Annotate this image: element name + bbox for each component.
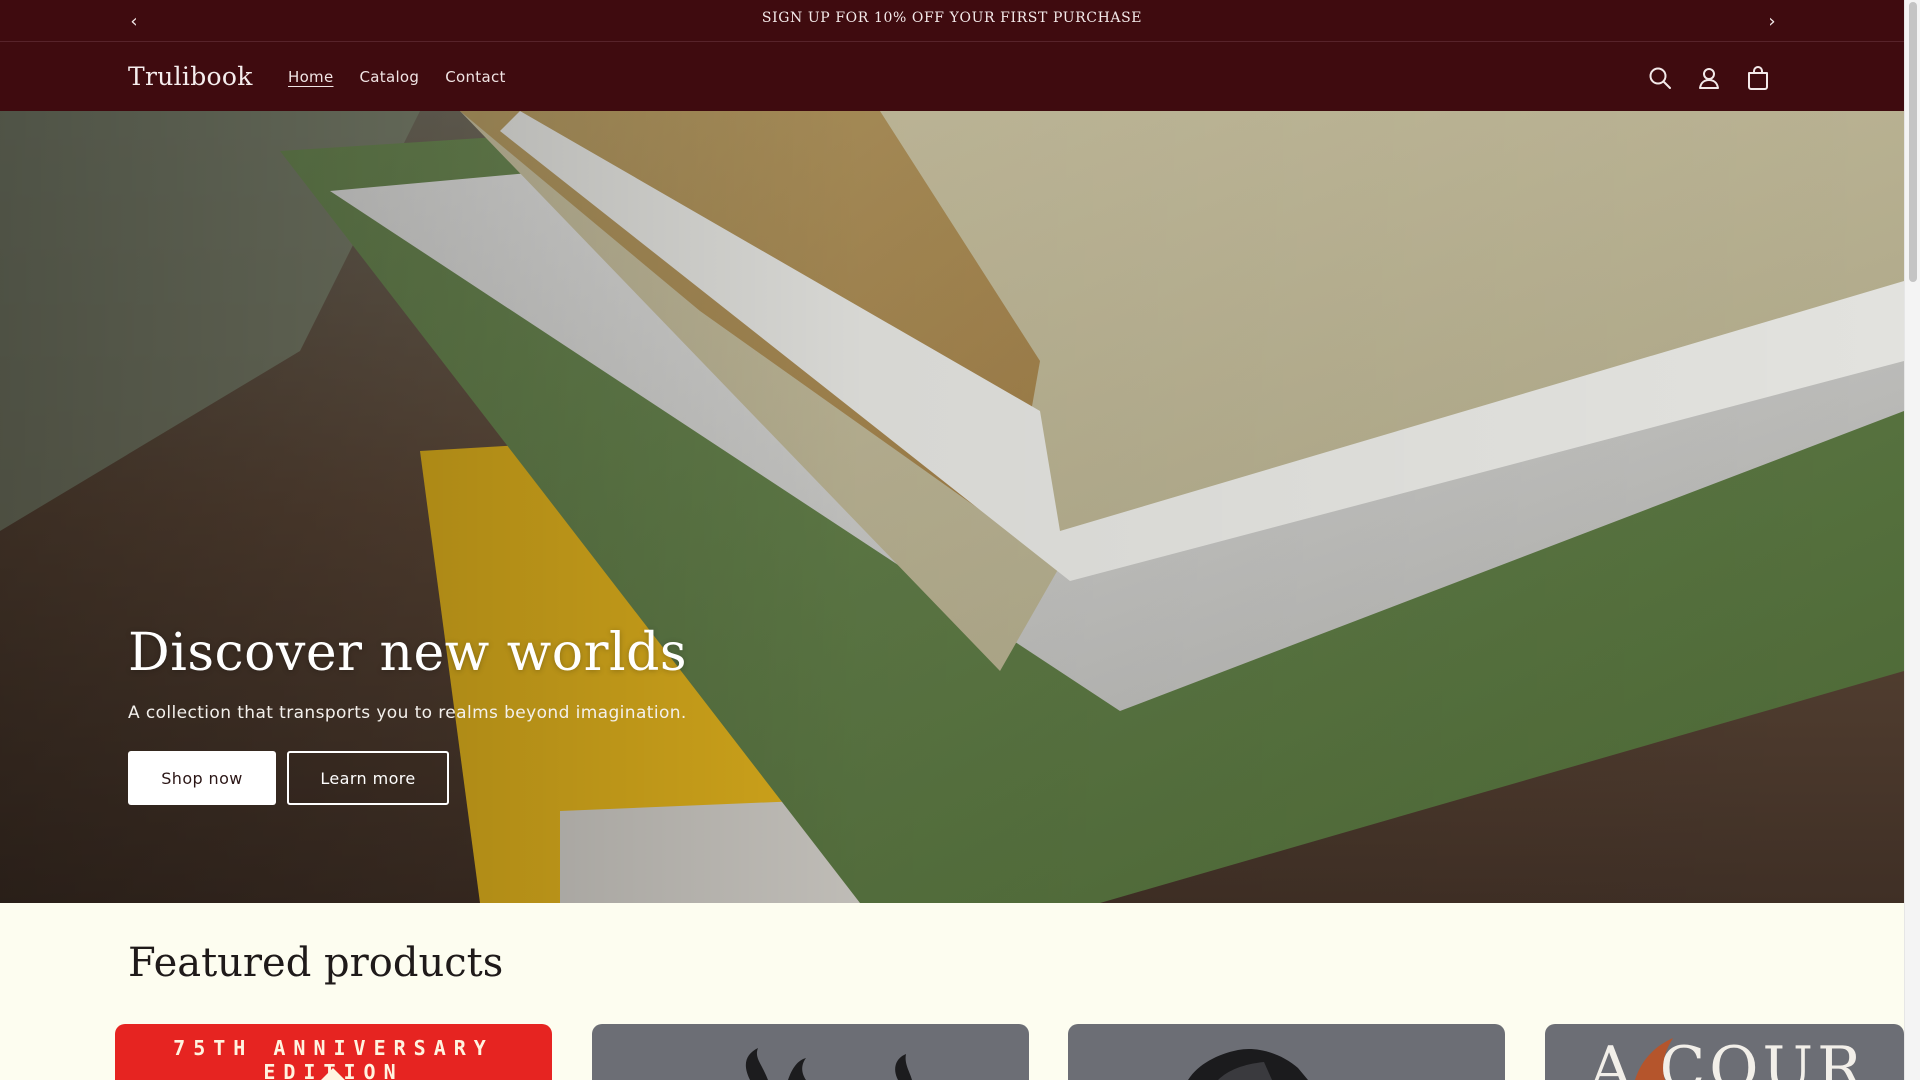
announcement-text: SIGN UP FOR 10% OFF YOUR FIRST PURCHASE (761, 10, 1143, 26)
cart-icon[interactable] (1744, 64, 1772, 92)
hero-title: Discover new worlds (128, 623, 688, 683)
main-nav: Home Catalog Contact (288, 68, 532, 86)
product-cover-image (1188, 1048, 1308, 1080)
product-card[interactable]: 75TH ANNIVERSARY EDITION (115, 1024, 552, 1080)
site-header: Trulibook Home Catalog Contact (0, 42, 1904, 111)
product-cover-image (745, 1048, 912, 1080)
site-logo[interactable]: Trulibook (128, 62, 253, 91)
hero-image (0, 111, 1904, 903)
nav-home[interactable]: Home (288, 68, 334, 86)
scrollbar-thumb[interactable] (1909, 2, 1917, 282)
product-card[interactable]: A COUR (1545, 1024, 1904, 1080)
product-cover-image (1635, 1038, 1673, 1080)
product-card[interactable] (592, 1024, 1029, 1080)
nav-contact[interactable]: Contact (445, 68, 505, 86)
hero-banner: Discover new worlds A collection that tr… (0, 111, 1904, 903)
hero-subtitle: A collection that transports you to real… (128, 703, 687, 723)
shop-now-button[interactable]: Shop now (128, 751, 276, 805)
product-cover-image (321, 1068, 345, 1080)
chevron-right-icon[interactable]: › (1760, 9, 1784, 33)
learn-more-button[interactable]: Learn more (287, 751, 449, 805)
account-icon[interactable] (1695, 64, 1723, 92)
product-card[interactable] (1068, 1024, 1505, 1080)
announcement-bar: ‹ SIGN UP FOR 10% OFF YOUR FIRST PURCHAS… (0, 0, 1904, 42)
search-icon[interactable] (1646, 64, 1674, 92)
nav-catalog[interactable]: Catalog (360, 68, 420, 86)
page-scrollbar[interactable] (1904, 0, 1920, 1080)
featured-products-heading: Featured products (128, 940, 504, 986)
